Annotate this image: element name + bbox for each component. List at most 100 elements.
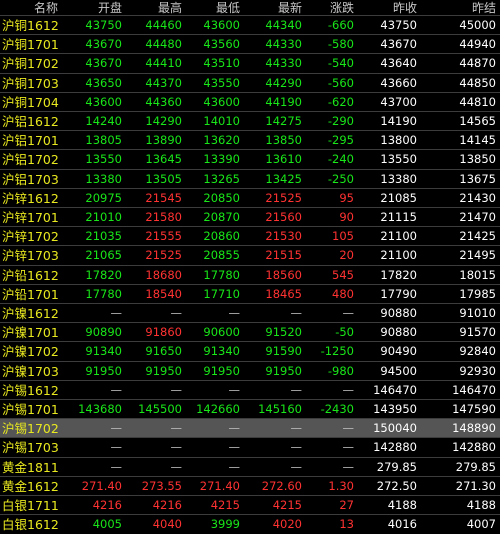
cell-name: 沪锌1701 [2,210,59,225]
cell-prev-close: 90880 [380,325,417,340]
cell-low: 20860 [203,229,240,244]
table-row[interactable]: 沪铝1703 13380 13505 13265 13425 -250 13380 13675 [0,170,500,189]
table-row[interactable]: 白银1711 4216 4216 4215 4215 27 4188 4188 [0,496,500,515]
cell-low: 4215 [210,498,240,512]
cell-high: 21555 [145,229,182,244]
table-row[interactable]: 沪锡1701 143680 145500 142660 145160 -2430 14395… [0,400,500,419]
cell-open: 17820 [85,267,122,282]
header-low[interactable]: 最低 [182,0,240,16]
table-row[interactable]: 沪镍1702 91340 91650 91340 91590 -1250 90490 9284… [0,342,500,361]
table-row[interactable]: 沪锌1703 21065 21525 20855 21515 20 21100 21495 [0,246,500,265]
cell-high: — [170,382,183,397]
cell-name: 沪锡1701 [2,402,59,417]
cell-name: 黄金1811 [2,459,59,475]
table-row[interactable]: 沪镍1703 91950 91950 91950 91950 -980 94500 92930 [0,362,500,381]
cell-name: 沪镍1612 [2,306,59,321]
cell-prev-settle: 21495 [459,248,496,263]
cell-change: 13 [339,517,354,532]
cell-prev-settle: 14145 [459,133,496,148]
table-row[interactable]: 沪铝1701 13805 13890 13620 13850 -295 13800 14145 [0,131,500,150]
table-row[interactable]: 黄金1811 — — — — — 279.85 279.85 [0,458,500,477]
table-row[interactable]: 沪镍1612 — — — — — 90880 91010 [0,304,500,323]
cell-prev-close: 43700 [380,94,417,109]
header-change[interactable]: 涨跌 [302,0,354,16]
cell-prev-close: 142880 [373,440,417,455]
cell-last: 13425 [265,171,302,186]
cell-prev-close: 4016 [387,517,417,532]
table-row[interactable]: 沪镍1701 90890 91860 90600 91520 -50 90880 91570 [0,323,500,342]
table-row[interactable]: 沪锡1702 — — — — — 150040 148890 [0,419,500,439]
header-prev-close[interactable]: 昨收 [354,0,417,16]
cell-prev-close: 17820 [380,267,417,282]
table-row[interactable]: 沪铜1702 43670 44410 43510 44330 -540 43640 44870 [0,54,500,73]
cell-change: 20 [339,248,354,263]
cell-high: 145500 [138,402,182,416]
cell-open: 21035 [85,229,122,244]
cell-open: 90890 [85,325,122,340]
cell-name: 沪铝1702 [2,152,59,168]
table-row[interactable]: 白银1612 4005 4040 3999 4020 13 4016 4007 [0,515,500,534]
cell-name: 沪锌1703 [2,248,59,264]
table-row[interactable]: 沪铜1703 43650 44370 43550 44290 -560 43660 44850 [0,74,500,93]
header-high[interactable]: 最高 [122,0,182,16]
cell-last: 4020 [272,517,302,532]
cell-low: 43510 [203,56,240,71]
cell-name: 沪锡1703 [2,440,59,456]
cell-last: — [290,382,303,397]
cell-prev-settle: 91010 [459,306,496,320]
cell-last: 18560 [265,267,302,282]
cell-name: 白银1711 [2,498,59,513]
cell-high: 44360 [145,94,182,109]
cell-prev-settle: 44850 [459,75,496,90]
table-row[interactable]: 沪锡1703 — — — — — 142880 142880 [0,438,500,457]
header-open[interactable]: 开盘 [62,0,122,16]
table-row[interactable]: 沪铜1701 43670 44480 43560 44330 -580 43670 44940 [0,35,500,54]
cell-prev-close: 90880 [380,306,417,320]
table-row[interactable]: 沪铝1702 13550 13645 13390 13610 -240 13550 13850 [0,150,500,169]
cell-prev-settle: 92930 [459,363,496,378]
futures-quote-table: 名称 开盘 最高 最低 最新 涨跌 昨收 昨结 沪铜1612 43750 44460… [0,0,500,532]
cell-open: 43670 [85,37,122,52]
cell-open: — [110,440,123,455]
cell-low: 271.40 [199,478,240,493]
cell-prev-close: 4188 [387,498,417,512]
table-row[interactable]: 沪锌1612 20975 21545 20850 21525 95 21085 21430 [0,189,500,208]
cell-last: 18465 [265,286,302,301]
cell-low: — [228,421,241,436]
cell-last: 21515 [265,248,302,263]
table-header: 名称 开盘 最高 最低 最新 涨跌 昨收 昨结 [0,0,500,16]
cell-low: 91950 [203,363,240,378]
table-row[interactable]: 沪铝1612 14240 14290 14010 14275 -290 14190 14565 [0,112,500,131]
table-row[interactable]: 沪锡1612 — — — — — 146470 146470 [0,381,500,400]
cell-last: 13850 [265,133,302,148]
table-row[interactable]: 沪铅1612 17820 18680 17780 18560 545 17820 18015 [0,266,500,285]
header-name[interactable]: 名称 [0,0,58,16]
cell-low: 20855 [203,248,240,263]
table-row[interactable]: 沪锌1701 21010 21580 20870 21560 90 21115 21470 [0,208,500,227]
cell-name: 沪铅1612 [2,267,59,283]
header-last[interactable]: 最新 [240,0,302,16]
cell-low: 13265 [203,171,240,186]
cell-high: 4040 [152,517,182,532]
cell-open: 13550 [85,152,122,167]
cell-high: 44460 [145,18,182,32]
table-row[interactable]: 沪铜1612 43750 44460 43600 44340 -660 43750 45000 [0,16,500,35]
cell-prev-close: 17790 [380,286,417,301]
cell-change: -2430 [320,402,354,416]
cell-last: 21560 [265,210,302,224]
cell-prev-settle: 44940 [459,37,496,52]
table-row[interactable]: 沪铜1704 43600 44360 43600 44190 -620 43700 44810 [0,93,500,112]
cell-prev-settle: 21425 [459,229,496,244]
cell-low: 14010 [203,114,240,128]
table-row[interactable]: 沪锌1702 21035 21555 20860 21530 105 21100 21425 [0,227,500,246]
cell-open: 4005 [92,517,122,532]
header-prev-settle[interactable]: 昨结 [417,0,496,16]
cell-prev-settle: 146470 [452,382,496,397]
cell-last: 91520 [265,325,302,340]
cell-name: 沪铜1612 [2,18,59,33]
table-row[interactable]: 黄金1612 271.40 273.55 271.40 272.60 1.30 272.50… [0,477,500,496]
table-row[interactable]: 沪铅1701 17780 18540 17710 18465 480 17790 17985 [0,285,500,304]
cell-low: — [228,306,241,320]
cell-high: — [170,421,183,436]
cell-change: -560 [327,75,354,90]
